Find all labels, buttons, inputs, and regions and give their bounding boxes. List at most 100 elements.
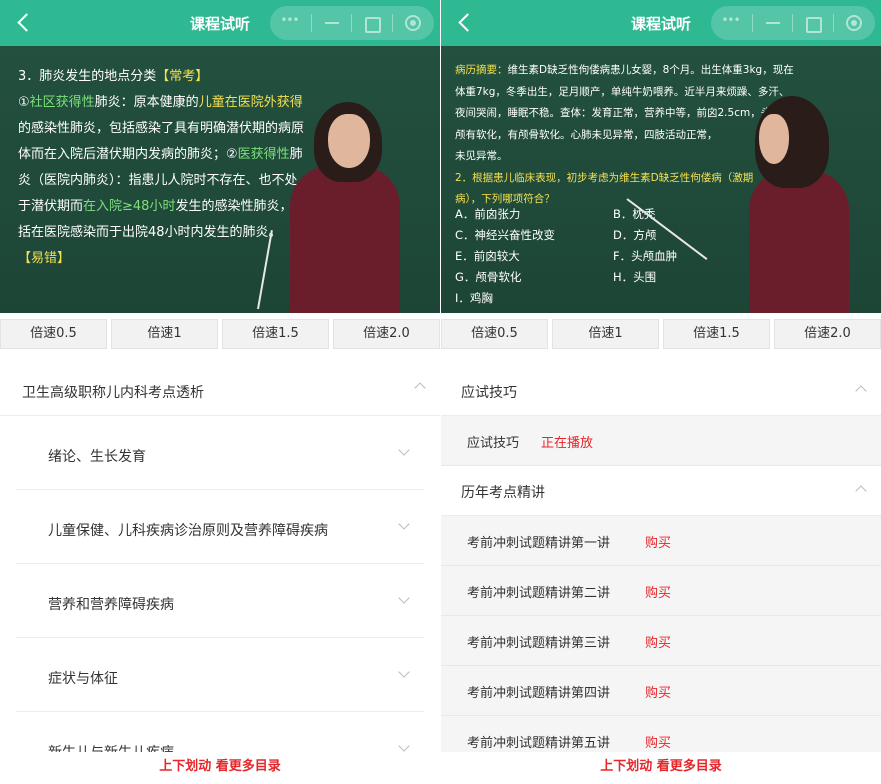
lesson-row[interactable]: 考前冲刺试题精讲第二讲 购买 [441, 566, 881, 616]
speed-1-button[interactable]: 倍速1 [111, 319, 218, 349]
lesson-row[interactable]: 应试技巧 正在播放 [441, 416, 881, 466]
header-controls [711, 6, 875, 40]
speed-1-button[interactable]: 倍速1 [552, 319, 659, 349]
speed-0-5-button[interactable]: 倍速0.5 [0, 319, 107, 349]
slide-text-span: 括在医院感染而于出院48小时内发生的肺炎。 [18, 225, 282, 240]
page-title: 课程试听 [189, 15, 250, 33]
answer-option: I．鸡胸 [455, 291, 493, 305]
slide-text-span: 于潜伏期而 [18, 199, 84, 214]
lesson-row[interactable]: 考前冲刺试题精讲第四讲 购买 [441, 666, 881, 716]
right-panel: 课程试听 病历摘要：维生素D缺乏性佝偻病患儿女婴，8个月。出生体重3kg，现在体… [441, 0, 881, 784]
close-target-icon[interactable] [402, 14, 424, 32]
minimize-icon[interactable] [762, 14, 784, 32]
lesson-row[interactable]: 考前冲刺试题精讲第三讲 购买 [441, 616, 881, 666]
answer-option: H．头围 [613, 270, 657, 284]
fullscreen-icon[interactable] [361, 14, 383, 33]
lesson-row[interactable]: 考前冲刺试题精讲第一讲 购买 [441, 516, 881, 566]
speed-1-5-button[interactable]: 倍速1.5 [663, 319, 770, 349]
course-catalog: 应试技巧 应试技巧 正在播放 历年考点精讲 考前冲刺试题精讲第一讲 购买 考前冲… [441, 366, 881, 766]
course-title: 卫生高级职称儿内科考点透析 [22, 385, 204, 401]
slide-line: 病历摘要：维生素D缺乏性佝偻病患儿女婴，8个月。出生体重3kg，现在 [455, 60, 825, 82]
slide-text-span: 体而在入院后潜伏期内发病的肺炎；② [18, 147, 238, 162]
now-playing-tag: 正在播放 [541, 436, 594, 451]
scroll-hint: 上下划动 看更多目录 [441, 752, 881, 784]
more-dots-icon[interactable] [280, 13, 302, 32]
course-catalog: 卫生高级职称儿内科考点透析 绪论、生长发育 儿童保健、儿科疾病诊治原则及营养障碍… [0, 356, 440, 784]
chevron-down-icon [398, 518, 410, 530]
speed-0-5-button[interactable]: 倍速0.5 [441, 319, 548, 349]
chevron-up-icon [855, 485, 867, 497]
back-chevron-icon[interactable] [455, 11, 477, 35]
lesson-label: 考前冲刺试题精讲第一讲 [467, 536, 611, 551]
lesson-label: 考前冲刺试题精讲第五讲 [467, 736, 611, 751]
divider [311, 14, 313, 32]
answer-options-left: A．前囟张力 C．神经兴奋性改变 E．前囟较大 G．颅骨软化 I．鸡胸 [455, 204, 615, 309]
video-player[interactable]: 病历摘要：维生素D缺乏性佝偻病患儿女婴，8个月。出生体重3kg，现在 体重7kg，… [441, 46, 881, 313]
fullscreen-icon[interactable] [802, 14, 824, 33]
slide-line: 3．肺炎发生的地点分类【常考】 [18, 64, 318, 90]
lesson-label: 考前冲刺试题精讲第二讲 [467, 586, 611, 601]
chapter-row[interactable]: 营养和营养障碍疾病 [0, 564, 440, 638]
course-title-row[interactable]: 卫生高级职称儿内科考点透析 [0, 356, 440, 416]
slide-text-span: 肺炎：原本健康的 [94, 95, 199, 110]
chapter-label: 绪论、生长发育 [48, 449, 146, 465]
chevron-down-icon [398, 592, 410, 604]
chapter-row[interactable]: 症状与体征 [0, 638, 440, 712]
more-dots-icon[interactable] [721, 13, 743, 32]
slide-text-span: 3．肺炎发生的地点分类 [18, 69, 157, 84]
buy-link[interactable]: 购买 [645, 582, 671, 601]
slide-text-span: 【易错】 [18, 251, 71, 266]
video-player[interactable]: 3．肺炎发生的地点分类【常考】 ①社区获得性肺炎：原本健康的儿童在医院外获得 的感染… [0, 46, 440, 313]
divider [351, 14, 353, 32]
left-panel: 课程试听 3．肺炎发生的地点分类【常考】①社区获得性肺炎：原本健康的儿童在医院外… [0, 0, 440, 784]
buy-link[interactable]: 购买 [645, 682, 671, 701]
answer-option: B．枕秃 [613, 207, 656, 221]
section-title: 应试技巧 [461, 385, 517, 401]
slide-text-span: 夜间哭闹，睡眠不稳。查体：发育正常，营养中等，前囟2.5cm，头 [455, 107, 772, 119]
buy-link[interactable]: 购买 [645, 532, 671, 551]
scroll-hint: 上下划动 看更多目录 [0, 752, 440, 784]
speed-selector: 倍速0.5 倍速1 倍速1.5 倍速2.0 [0, 313, 440, 351]
slide-text-span: 未见异常。 [455, 150, 508, 162]
chapter-row[interactable]: 绪论、生长发育 [0, 416, 440, 490]
lesson-label: 考前冲刺试题精讲第四讲 [467, 686, 611, 701]
speed-2-0-button[interactable]: 倍速2.0 [774, 319, 881, 349]
chevron-down-icon [398, 666, 410, 678]
answer-option: G．颅骨软化 [455, 270, 522, 284]
slide-text-span: 的感染性肺炎，包括感染了具有明确潜伏期的病原 [18, 121, 305, 136]
slide-text-span: 炎（医院内肺炎）：指患儿人院时不存在、也不处 [18, 173, 298, 188]
answer-option: E．前囟较大 [455, 249, 520, 263]
chevron-up-icon [855, 385, 867, 397]
chevron-down-icon [398, 740, 410, 752]
close-target-icon[interactable] [843, 14, 865, 32]
speed-selector: 倍速0.5 倍速1 倍速1.5 倍速2.0 [441, 313, 881, 351]
divider [752, 14, 754, 32]
slide-text-span: 病历摘要： [455, 64, 508, 76]
chapter-label: 症状与体征 [48, 671, 118, 687]
answer-options-right: B．枕秃 D．方颅 F．头颅血肿 H．头围 [613, 204, 733, 288]
chapter-label: 营养和营养障碍疾病 [48, 597, 174, 613]
slide-text-span: 在入院≥48小时 [83, 199, 176, 214]
speed-1-5-button[interactable]: 倍速1.5 [222, 319, 329, 349]
minimize-icon[interactable] [321, 14, 343, 32]
slide-text-span: 社区获得性 [29, 95, 95, 110]
section-header[interactable]: 应试技巧 [441, 366, 881, 416]
chapter-row[interactable]: 儿童保健、儿科疾病诊治原则及营养障碍疾病 [0, 490, 440, 564]
lesson-label: 考前冲刺试题精讲第三讲 [467, 636, 611, 651]
page-title: 课程试听 [630, 15, 691, 33]
chevron-up-icon [414, 382, 426, 394]
slide-text-span: 【常考】 [156, 69, 209, 84]
header: 课程试听 [441, 0, 881, 46]
header-controls [270, 6, 434, 40]
divider [391, 14, 393, 32]
speed-2-0-button[interactable]: 倍速2.0 [333, 319, 440, 349]
buy-link[interactable]: 购买 [645, 732, 671, 751]
slide-text-span: 维生素D缺乏性佝偻病患儿女婴，8个月。出生体重3kg，现在 [507, 64, 794, 76]
teacher-figure [270, 96, 430, 313]
section-header[interactable]: 历年考点精讲 [441, 466, 881, 516]
back-chevron-icon[interactable] [14, 11, 36, 35]
header: 课程试听 [0, 0, 440, 46]
slide-text-span: 2．根据患儿临床表现，初步考虑为维生素D缺乏性佝偻病（激期 [455, 171, 754, 184]
divider [832, 14, 834, 32]
buy-link[interactable]: 购买 [645, 632, 671, 651]
